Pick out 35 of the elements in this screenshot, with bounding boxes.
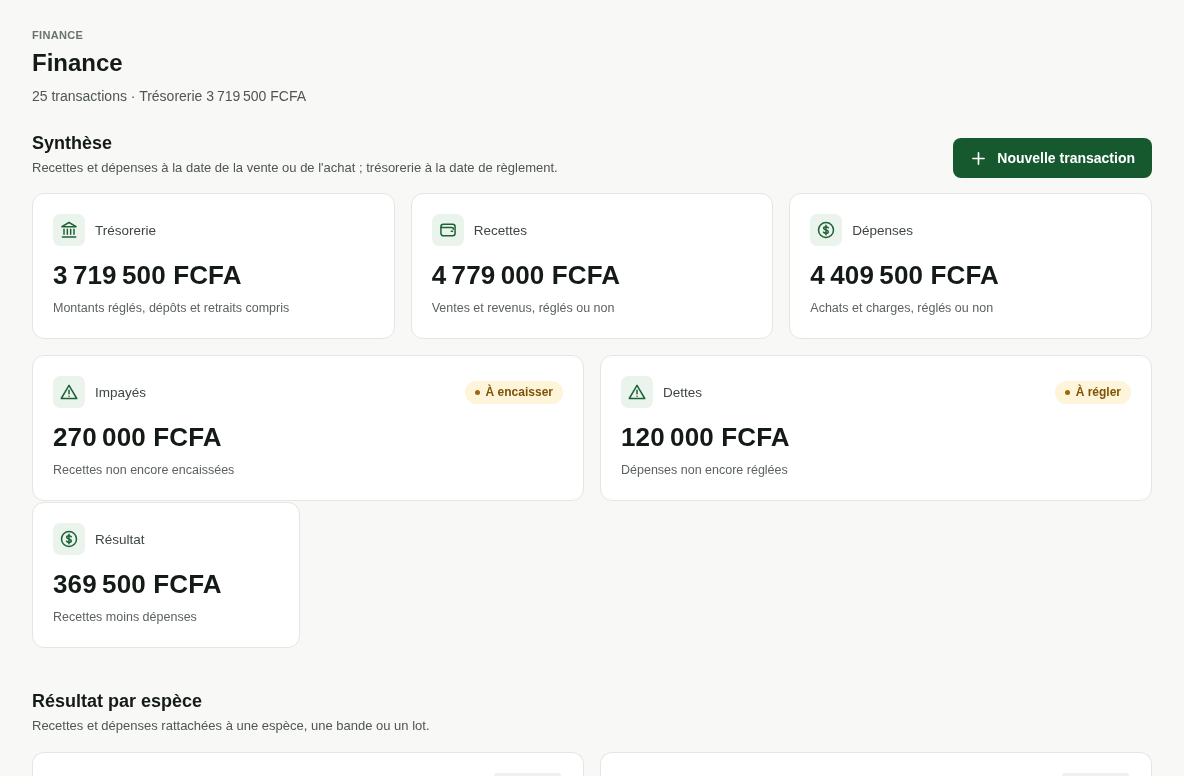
card-description: Recettes non encore encaissées [53,462,236,479]
card-amount: 120 000 FCFA [621,421,791,454]
card-amount: 4 409 500 FCFA [810,259,1000,292]
breadcrumb: FINANCE [32,28,84,42]
bank-icon [53,214,85,246]
section-description: Recettes et dépenses à la date de la vente ou de l'achat ; trésorerie à la date de règlement. [32,159,558,177]
section-title: Synthèse [32,132,114,155]
section-description: Recettes et dépenses rattachées à une espèce, une bande ou un lot. [32,717,430,735]
card-description: Montants réglés, dépôts et retraits compris [53,300,291,317]
card-label: Impayés [95,384,147,400]
new-transaction-button[interactable]: Nouvelle transaction [953,138,1152,178]
card-description: Achats et charges, réglés ou non [810,300,995,317]
plus-icon [972,151,986,165]
dot-icon [474,389,480,395]
badge-text: À régler [1075,385,1121,399]
page-title: Finance [32,48,123,78]
card-amount: 4 779 000 FCFA [431,259,622,292]
badge-text: À encaisser [485,385,553,399]
section-title: Résultat par espèce [32,690,203,713]
card-amount: 270 000 FCFA [53,421,223,454]
card-label: Dettes [663,384,703,400]
card-amount: 369 500 FCFA [53,568,223,601]
warning-icon [53,376,85,408]
wallet-icon [431,214,464,246]
warning-icon [621,376,653,408]
card-description: Dépenses non encore réglées [621,462,789,479]
card-amount: 3 719 500 FCFA [53,259,243,292]
dot-icon [1064,389,1070,395]
page-subtitle: 25 transactions · Trésorerie 3 719 500 FCFA [32,87,307,106]
card-label: Dépenses [852,222,914,238]
card-label: Trésorerie [95,222,156,238]
card-description: Ventes et revenus, réglés ou non [431,300,616,317]
card-description: Recettes moins dépenses [53,609,198,626]
card-label: Résultat [95,531,145,547]
card-label: Recettes [473,222,527,238]
